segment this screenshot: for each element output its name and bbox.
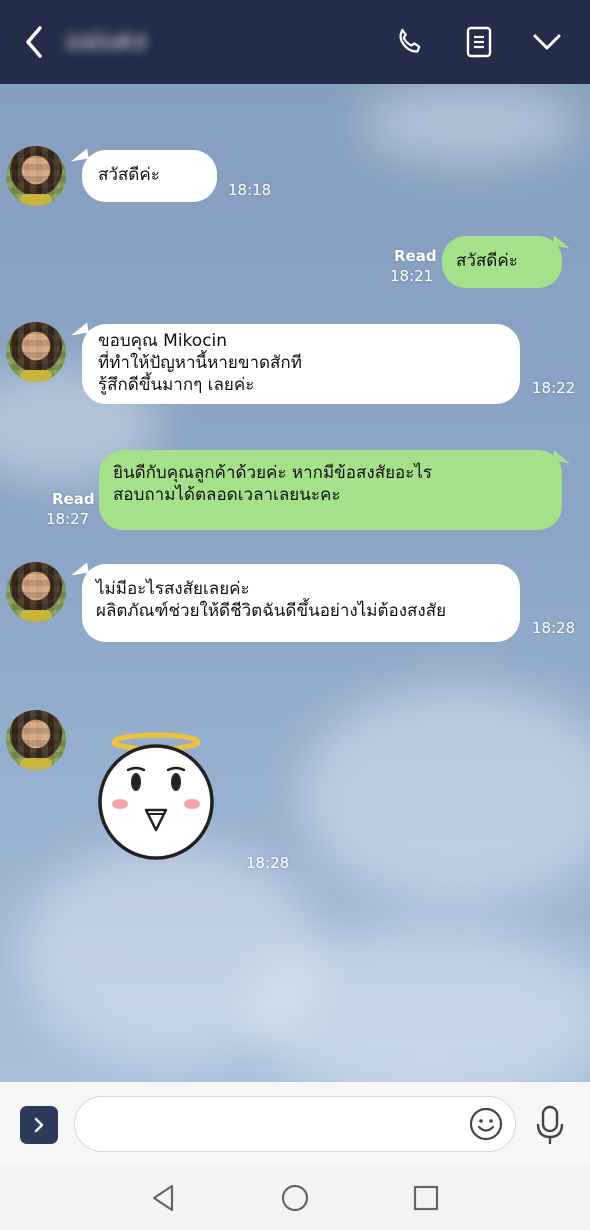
message-text-input[interactable] <box>75 1097 467 1153</box>
microphone-icon[interactable] <box>532 1104 568 1146</box>
read-receipt: Read <box>394 247 437 265</box>
expand-menu-button[interactable] <box>20 1106 58 1144</box>
contact-avatar[interactable] <box>6 322 66 382</box>
emoji-icon[interactable] <box>468 1106 504 1142</box>
message-time: 18:22 <box>532 379 576 397</box>
message-bubble-outgoing[interactable]: ยินดีกับคุณลูกค้าด้วยค่ะ หากมีข้อสงสัยอะ… <box>99 450 562 530</box>
contact-avatar[interactable] <box>6 146 66 206</box>
phone-icon[interactable] <box>388 20 432 64</box>
message-bubble-incoming[interactable]: ขอบคุณ Mikocin ที่ทำให้ปัญหานี้หายขาดสัก… <box>82 324 520 404</box>
message-time: 18:28 <box>246 854 290 872</box>
nav-home-icon[interactable] <box>279 1182 311 1214</box>
message-bubble-incoming[interactable]: ไม่มีอะไรสงสัยเลยค่ะ ผลิตภัณฑ์ช่วยให้ดีช… <box>82 564 520 642</box>
chevron-down-icon[interactable] <box>525 20 569 64</box>
message-time: 18:21 <box>390 267 434 285</box>
contact-avatar[interactable] <box>6 562 66 622</box>
read-receipt: Read <box>52 490 95 508</box>
message-time: 18:28 <box>532 619 576 637</box>
nav-back-icon[interactable] <box>148 1182 180 1214</box>
message-time: 18:18 <box>228 181 272 199</box>
angel-face-sticker[interactable] <box>94 732 218 862</box>
message-time: 18:27 <box>46 510 90 528</box>
message-bubble-incoming[interactable]: สวัสดีค่ะ <box>82 150 217 202</box>
message-input-field[interactable] <box>74 1096 516 1153</box>
message-input-bar <box>0 1082 590 1166</box>
back-arrow-icon[interactable] <box>18 22 54 62</box>
nav-recents-icon[interactable] <box>410 1182 442 1214</box>
message-bubble-outgoing[interactable]: สวัสดีค่ะ <box>442 236 562 288</box>
system-navigation-bar <box>0 1166 590 1230</box>
chat-header: แม่แดง <box>0 0 590 84</box>
contact-name[interactable]: แม่แดง <box>66 24 146 58</box>
chat-area[interactable]: สวัสดีค่ะ 18:18 Read 18:21 สวัสดีค่ะ ขอบ… <box>0 84 590 1082</box>
contact-avatar[interactable] <box>6 710 66 770</box>
notes-icon[interactable] <box>457 20 501 64</box>
